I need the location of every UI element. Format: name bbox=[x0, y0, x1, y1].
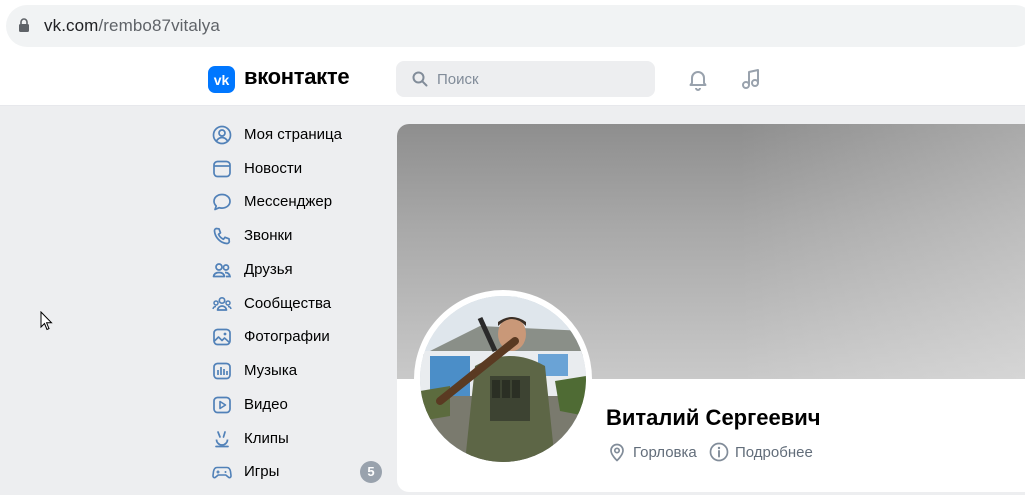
sidebar-item-label: Игры bbox=[244, 463, 280, 480]
music-note-icon[interactable] bbox=[739, 67, 763, 91]
sidebar-item-communities[interactable]: Сообщества bbox=[208, 289, 384, 321]
svg-text:vk: vk bbox=[214, 72, 230, 88]
sidebar-item-label: Видео bbox=[244, 396, 288, 413]
vk-logo-icon[interactable]: vk bbox=[208, 66, 235, 93]
news-icon bbox=[213, 160, 231, 178]
sidebar-item-clips[interactable]: Клипы bbox=[208, 424, 384, 456]
phone-icon bbox=[213, 227, 231, 245]
sidebar-item-games[interactable]: Игры 5 bbox=[208, 457, 384, 489]
url-path: /rembo87vitalya bbox=[98, 16, 220, 35]
games-count-badge: 5 bbox=[360, 461, 382, 483]
avatar[interactable] bbox=[420, 296, 586, 462]
search-icon bbox=[412, 71, 428, 87]
search-input[interactable] bbox=[396, 61, 655, 97]
message-icon bbox=[213, 193, 231, 211]
games-icon bbox=[212, 466, 232, 479]
profile-name: Виталий Сергеевич bbox=[606, 405, 821, 430]
sidebar-item-label: Сообщества bbox=[244, 295, 332, 312]
clips-icon bbox=[215, 431, 229, 448]
notifications-bell-icon[interactable] bbox=[686, 67, 710, 91]
profile-city[interactable]: Горловка bbox=[633, 444, 697, 461]
url-text[interactable]: vk.com/rembo87vitalya bbox=[44, 16, 220, 36]
sidebar-item-news[interactable]: Новости bbox=[208, 154, 384, 186]
browser-address-bar: vk.com/rembo87vitalya bbox=[0, 0, 1025, 51]
vk-logo-text[interactable]: вконтакте bbox=[244, 64, 350, 90]
lock-icon bbox=[19, 18, 29, 32]
sidebar-item-messenger[interactable]: Мессенджер bbox=[208, 187, 384, 219]
mouse-cursor-icon bbox=[40, 311, 53, 331]
sidebar-item-label: Мессенджер bbox=[244, 193, 333, 210]
sidebar-item-my-page[interactable]: Моя страница bbox=[208, 120, 384, 152]
sidebar-item-music[interactable]: Музыка bbox=[208, 356, 384, 388]
sidebar-item-photos[interactable]: Фотографии bbox=[208, 322, 384, 354]
communities-icon bbox=[212, 296, 232, 311]
photo-icon bbox=[213, 328, 231, 346]
sidebar-item-label: Клипы bbox=[244, 430, 289, 447]
location-pin-icon bbox=[610, 443, 624, 462]
friends-icon bbox=[212, 263, 232, 278]
sidebar-item-label: Фотографии bbox=[244, 328, 330, 345]
info-icon[interactable] bbox=[709, 442, 729, 462]
sidebar-item-label: Музыка bbox=[244, 362, 298, 379]
sidebar-item-label: Моя страница bbox=[244, 126, 342, 143]
profile-details-link[interactable]: Подробнее bbox=[735, 444, 813, 461]
sidebar-item-video[interactable]: Видео bbox=[208, 390, 384, 422]
url-domain: vk.com bbox=[44, 16, 99, 35]
profile-cover-overlay bbox=[737, 124, 1025, 379]
sidebar-item-label: Звонки bbox=[244, 227, 293, 244]
sidebar-item-label: Новости bbox=[244, 160, 303, 177]
search-placeholder: Поиск bbox=[437, 71, 479, 88]
video-icon bbox=[213, 396, 231, 414]
sidebar-item-calls[interactable]: Звонки bbox=[208, 221, 384, 253]
music-bars-icon bbox=[213, 362, 231, 380]
user-circle-icon bbox=[212, 125, 232, 145]
sidebar-item-label: Друзья bbox=[244, 261, 293, 278]
sidebar-item-friends[interactable]: Друзья bbox=[208, 255, 384, 287]
